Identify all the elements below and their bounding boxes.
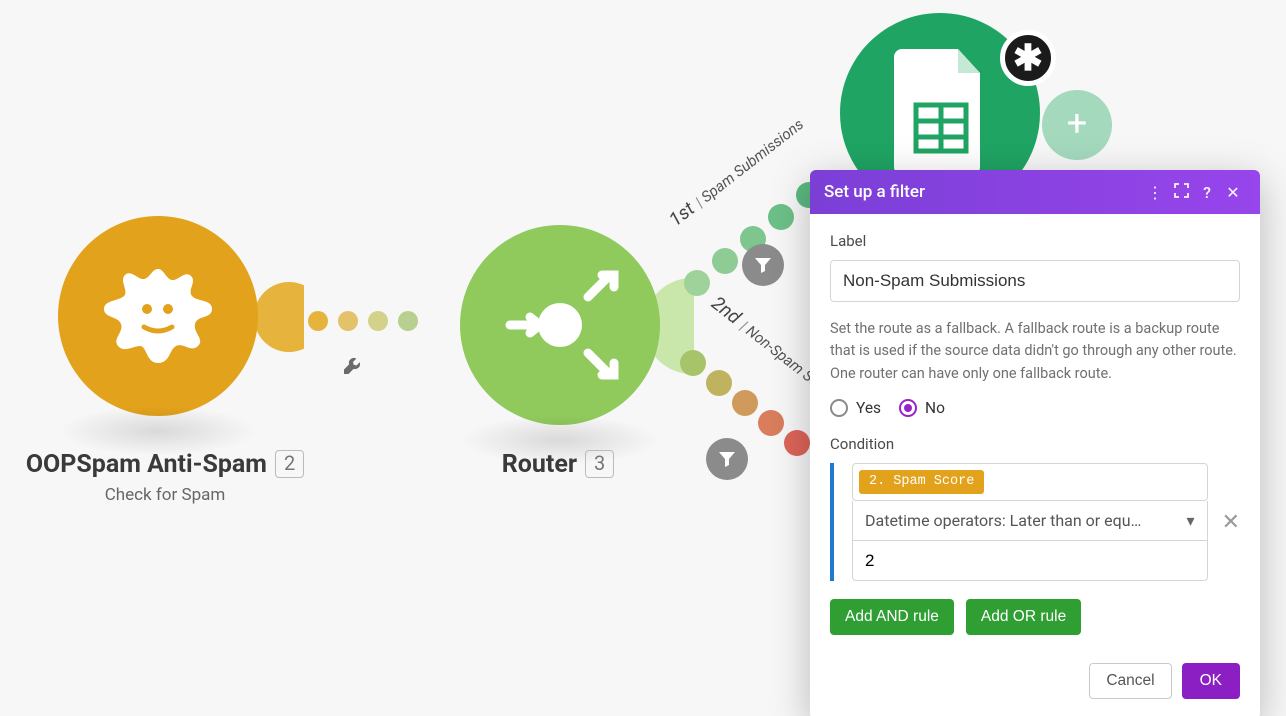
route2-filter-icon[interactable] xyxy=(706,438,748,480)
help-icon[interactable]: ? xyxy=(1194,183,1220,202)
star-icon: ✱ xyxy=(1013,37,1043,79)
condition-chip[interactable]: 2. Spam Score xyxy=(859,470,984,494)
condition-field-input[interactable]: 2. Spam Score xyxy=(852,463,1208,501)
condition-block: 2. Spam Score Datetime operators: Later … xyxy=(830,463,1208,581)
dialog-header[interactable]: Set up a filter ⋮ ? ✕ xyxy=(810,170,1260,214)
fallback-no-radio[interactable]: No xyxy=(899,399,945,417)
fallback-help-text: Set the route as a fallback. A fallback … xyxy=(830,318,1240,385)
oopspam-subtitle: Check for Spam xyxy=(0,485,330,505)
oopspam-icon xyxy=(98,261,218,371)
expand-icon[interactable] xyxy=(1168,183,1194,202)
star-badge[interactable]: ✱ xyxy=(1000,30,1056,86)
operator-label: Datetime operators: Later than or equ… xyxy=(865,511,1141,530)
label-input[interactable] xyxy=(830,260,1240,302)
remove-condition-button[interactable]: ✕ xyxy=(1222,510,1240,535)
oopspam-title-block: OOPSpam Anti-Spam 2 Check for Spam xyxy=(0,450,330,505)
oopspam-number: 2 xyxy=(275,450,304,478)
dialog-title: Set up a filter xyxy=(824,182,925,202)
operator-select[interactable]: Datetime operators: Later than or equ… ▾ xyxy=(852,501,1208,541)
filter-dialog: Set up a filter ⋮ ? ✕ Label Set the rout… xyxy=(810,170,1260,716)
module-shadow xyxy=(58,406,258,456)
close-icon[interactable]: ✕ xyxy=(1220,183,1246,202)
oopspam-left-arc xyxy=(0,268,60,366)
fallback-radio-group: Yes No xyxy=(830,399,1240,417)
router-icon xyxy=(460,225,660,425)
cancel-button[interactable]: Cancel xyxy=(1089,663,1171,699)
sheets-icon xyxy=(894,49,988,175)
route1-text: Spam Submissions xyxy=(698,115,807,206)
plus-icon: + xyxy=(1067,102,1087,144)
router-title: Router xyxy=(502,450,577,479)
oopspam-right-arc xyxy=(254,282,304,352)
add-or-rule-button[interactable]: Add OR rule xyxy=(966,599,1081,635)
scenario-canvas[interactable]: 1st| Spam Submissions 2nd| Non-Spam Subm… xyxy=(0,0,1286,716)
wrench-icon[interactable] xyxy=(342,356,362,381)
module-router[interactable] xyxy=(460,225,660,425)
module-oopspam[interactable] xyxy=(58,216,258,416)
route1-ordinal: 1st xyxy=(664,197,699,231)
condition-value-input[interactable] xyxy=(852,541,1208,581)
route2-ordinal: 2nd xyxy=(707,291,746,328)
chevron-down-icon: ▾ xyxy=(1187,511,1195,530)
fallback-yes-radio[interactable]: Yes xyxy=(830,399,881,417)
router-title-block: Router 3 xyxy=(428,450,688,479)
add-module-button[interactable]: + xyxy=(1042,90,1112,160)
router-number: 3 xyxy=(585,450,614,478)
ok-button[interactable]: OK xyxy=(1182,663,1240,699)
add-and-rule-button[interactable]: Add AND rule xyxy=(830,599,954,635)
condition-label: Condition xyxy=(830,435,1240,453)
more-icon[interactable]: ⋮ xyxy=(1142,183,1168,202)
oopspam-title: OOPSpam Anti-Spam xyxy=(26,450,267,479)
label-field-label: Label xyxy=(830,232,1240,250)
route1-filter-icon[interactable] xyxy=(742,244,784,286)
